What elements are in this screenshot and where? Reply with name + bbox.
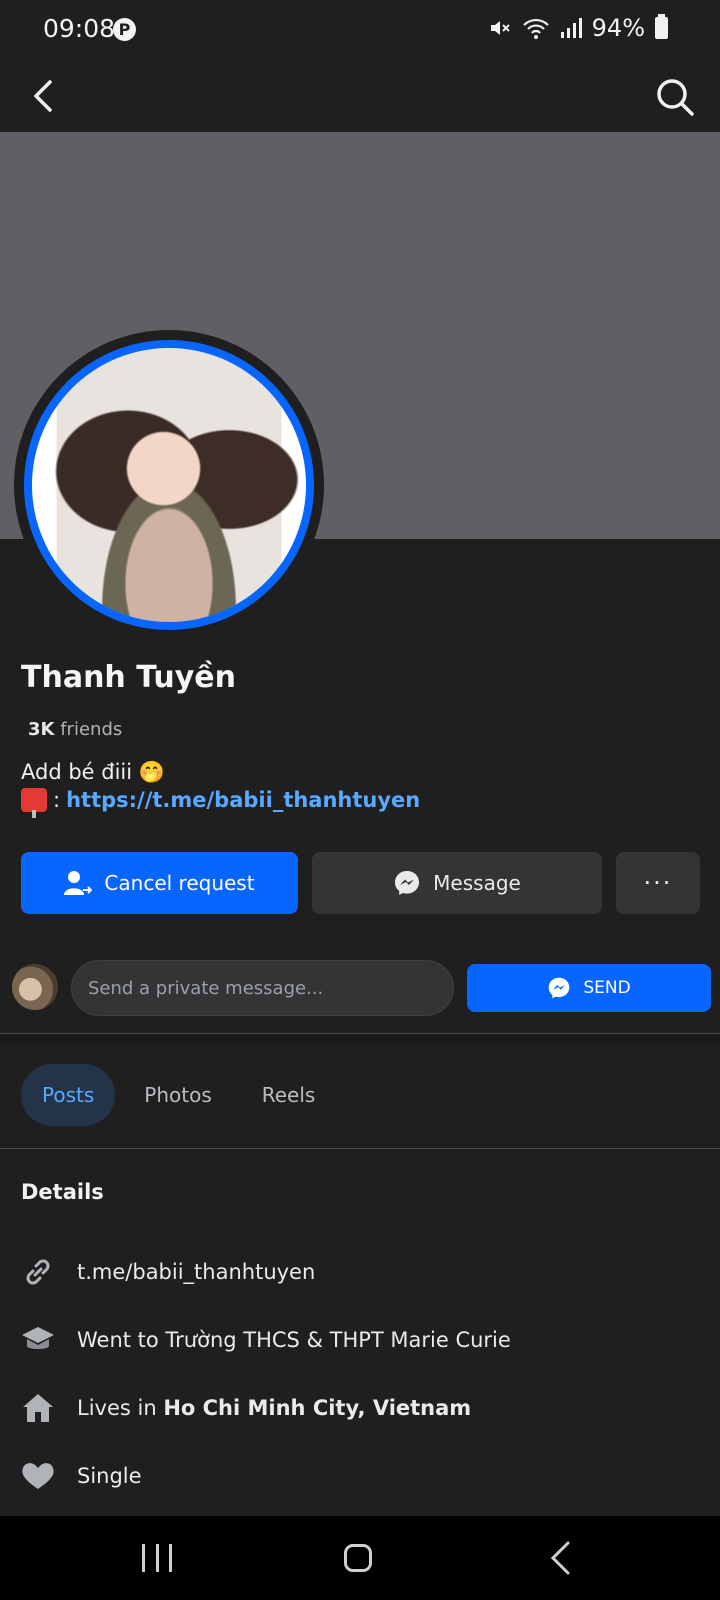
bio-link-prefix: : [53, 788, 61, 812]
bio-link[interactable]: https://t.me/babii_thanhtuyen [66, 786, 420, 814]
private-message-row: SEND [12, 960, 712, 1016]
link-icon [21, 1255, 55, 1289]
profile-actions: Cancel request Message ··· [21, 852, 701, 914]
back-icon[interactable] [26, 76, 66, 116]
battery-icon [655, 14, 668, 39]
profile-picture[interactable] [32, 348, 306, 622]
detail-relationship: Single [21, 1459, 142, 1493]
top-nav [0, 62, 720, 132]
detail-education: Went to Trường THCS & THPT Marie Curie [21, 1323, 511, 1357]
details-title: Details [21, 1180, 104, 1204]
bio: Add bé điii 🤭 : https://t.me/babii_thanh… [21, 758, 420, 818]
tab-reels[interactable]: Reels [241, 1064, 337, 1126]
home-icon [21, 1391, 55, 1425]
more-options-button[interactable]: ··· [616, 852, 700, 914]
status-bar: 09:08 P 94% [0, 0, 720, 62]
bio-text: Add bé điii 🤭 [21, 760, 165, 784]
signal-icon [560, 18, 582, 38]
profile-picture-frame[interactable] [14, 330, 324, 640]
cancel-request-icon [64, 871, 93, 895]
detail-link-text[interactable]: t.me/babii_thanhtuyen [77, 1260, 315, 1284]
detail-education-text: Went to Trường THCS & THPT Marie Curie [77, 1328, 511, 1352]
message-button[interactable]: Message [312, 852, 602, 914]
recents-button[interactable] [142, 1544, 172, 1572]
home-button[interactable] [344, 1544, 372, 1572]
tab-photos[interactable]: Photos [123, 1064, 232, 1126]
friends-label: friends [60, 719, 123, 740]
detail-link[interactable]: t.me/babii_thanhtuyen [21, 1255, 315, 1289]
story-ring [24, 340, 314, 630]
message-label: Message [433, 871, 521, 895]
education-icon [21, 1323, 55, 1357]
detail-location-text: Lives in Ho Chi Minh City, Vietnam [77, 1396, 471, 1420]
battery-percent: 94% [591, 14, 645, 42]
divider [0, 1148, 720, 1149]
cancel-request-button[interactable]: Cancel request [21, 852, 298, 914]
system-nav-bar [0, 1516, 720, 1600]
lives-prefix: Lives in [77, 1396, 164, 1420]
detail-location: Lives in Ho Chi Minh City, Vietnam [21, 1391, 471, 1425]
status-icons: 94% [488, 14, 668, 42]
section-separator [0, 1034, 720, 1044]
search-icon[interactable] [654, 76, 696, 118]
friends-number: 3K [28, 719, 55, 740]
pinterest-icon: P [113, 18, 136, 41]
user-avatar [12, 964, 58, 1010]
lives-place[interactable]: Ho Chi Minh City, Vietnam [163, 1396, 471, 1420]
messenger-icon [549, 977, 570, 999]
mute-icon [490, 21, 510, 35]
messenger-icon [395, 871, 420, 895]
wifi-icon [522, 18, 549, 39]
profile-tabs: Posts Photos Reels [21, 1064, 336, 1126]
mailbox-icon [21, 788, 47, 818]
bio-link-row: : https://t.me/babii_thanhtuyen [21, 786, 420, 818]
send-label: SEND [583, 978, 631, 998]
profile-name: Thanh Tuyền [21, 660, 237, 695]
detail-relationship-text: Single [77, 1464, 142, 1488]
cancel-request-label: Cancel request [104, 871, 255, 895]
send-button[interactable]: SEND [467, 964, 711, 1012]
system-back-button[interactable] [548, 1540, 572, 1576]
private-message-input[interactable] [71, 960, 454, 1016]
tab-posts[interactable]: Posts [21, 1064, 116, 1126]
heart-icon [21, 1459, 55, 1493]
status-time: 09:08 [43, 14, 116, 43]
more-icon: ··· [643, 869, 673, 897]
friends-count[interactable]: 3K friends [28, 719, 122, 740]
